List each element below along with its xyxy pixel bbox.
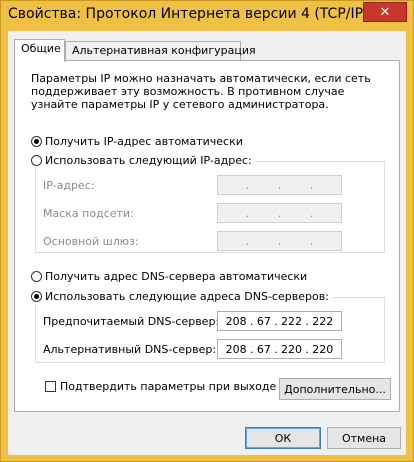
ip-dot: . xyxy=(274,342,278,356)
dialog-client-area: Общие Альтернативная конфигурация Параме… xyxy=(8,31,406,455)
dns-auto-label: Получить адрес DNS-сервера автоматически xyxy=(45,270,308,283)
default-gateway-label: Основной шлюз: xyxy=(43,235,139,248)
ip-dot: . xyxy=(245,178,250,192)
cancel-button[interactable]: Отмена xyxy=(327,427,401,449)
ip-dot: . xyxy=(309,206,314,220)
advanced-button[interactable]: Дополнительно... xyxy=(279,378,391,400)
ip-address-label: IP-адрес: xyxy=(43,179,95,192)
validate-label: Подтвердить параметры при выходе xyxy=(60,380,277,393)
ip-octet: 222 xyxy=(312,314,334,328)
dns-auto-radio-indicator xyxy=(31,271,42,282)
ip-dot: . xyxy=(245,206,250,220)
ip-octet: 208 xyxy=(225,342,247,356)
ip-octet: 208 xyxy=(225,314,247,328)
ip-manual-radio[interactable]: Использовать следующий IP-адрес: xyxy=(31,154,255,167)
ip-dot: . xyxy=(250,314,254,328)
ip-auto-radio-indicator xyxy=(31,136,42,147)
validate-on-exit-checkbox[interactable]: Подтвердить параметры при выходе xyxy=(45,380,276,393)
ip-dot: . xyxy=(277,234,282,248)
ip-dot: . xyxy=(309,178,314,192)
ip-octet: 220 xyxy=(281,342,303,356)
ip-dot: . xyxy=(277,178,282,192)
preferred-dns-label: Предпочитаемый DNS-сервер: xyxy=(43,315,220,328)
alternate-dns-input[interactable]: 208. 67. 220. 220 xyxy=(217,339,342,359)
close-button[interactable]: ✕ xyxy=(363,2,407,22)
dns-manual-radio[interactable]: Использовать следующие адреса DNS-сервер… xyxy=(31,290,332,303)
validate-checkbox-box xyxy=(45,381,56,392)
ip-manual-label: Использовать следующий IP-адрес: xyxy=(45,154,252,167)
tab-alternative-config[interactable]: Альтернативная конфигурация xyxy=(65,41,256,60)
subnet-mask-label: Маска подсети: xyxy=(43,207,134,220)
ip-dot: . xyxy=(305,314,309,328)
ip-address-input[interactable]: . . . xyxy=(217,175,342,195)
ip-octet: 67 xyxy=(256,314,271,328)
description-text: Параметры IP можно назначать автоматичес… xyxy=(31,72,371,111)
ip-dot: . xyxy=(305,342,309,356)
window-title: Свойства: Протокол Интернета версии 4 (T… xyxy=(8,6,386,22)
ip-dot: . xyxy=(274,314,278,328)
subnet-mask-input[interactable]: . . . xyxy=(217,203,342,223)
dns-auto-radio[interactable]: Получить адрес DNS-сервера автоматически xyxy=(31,270,311,283)
ip-octet: 222 xyxy=(281,314,303,328)
ip-dot: . xyxy=(277,206,282,220)
title-bar[interactable]: Свойства: Протокол Интернета версии 4 (T… xyxy=(1,1,413,31)
dialog-window: Свойства: Протокол Интернета версии 4 (T… xyxy=(0,0,414,462)
ip-manual-radio-indicator xyxy=(31,155,42,166)
dns-manual-radio-indicator xyxy=(31,291,42,302)
tab-general[interactable]: Общие xyxy=(14,39,65,62)
ok-button[interactable]: ОК xyxy=(245,427,321,449)
dns-manual-label: Использовать следующие адреса DNS-сервер… xyxy=(45,290,329,303)
ip-auto-label: Получить IP-адрес автоматически xyxy=(45,135,243,148)
ip-dot: . xyxy=(309,234,314,248)
ip-dot: . xyxy=(245,234,250,248)
alternate-dns-label: Альтернативный DNS-сервер: xyxy=(43,343,217,356)
ip-auto-radio[interactable]: Получить IP-адрес автоматически xyxy=(31,135,246,148)
default-gateway-input[interactable]: . . . xyxy=(217,231,342,251)
preferred-dns-input[interactable]: 208. 67. 222. 222 xyxy=(217,311,342,331)
ip-octet: 220 xyxy=(312,342,334,356)
general-tab-panel: Параметры IP можно назначать автоматичес… xyxy=(14,60,400,412)
ip-dot: . xyxy=(250,342,254,356)
close-icon: ✕ xyxy=(379,4,391,20)
ip-octet: 67 xyxy=(256,342,271,356)
